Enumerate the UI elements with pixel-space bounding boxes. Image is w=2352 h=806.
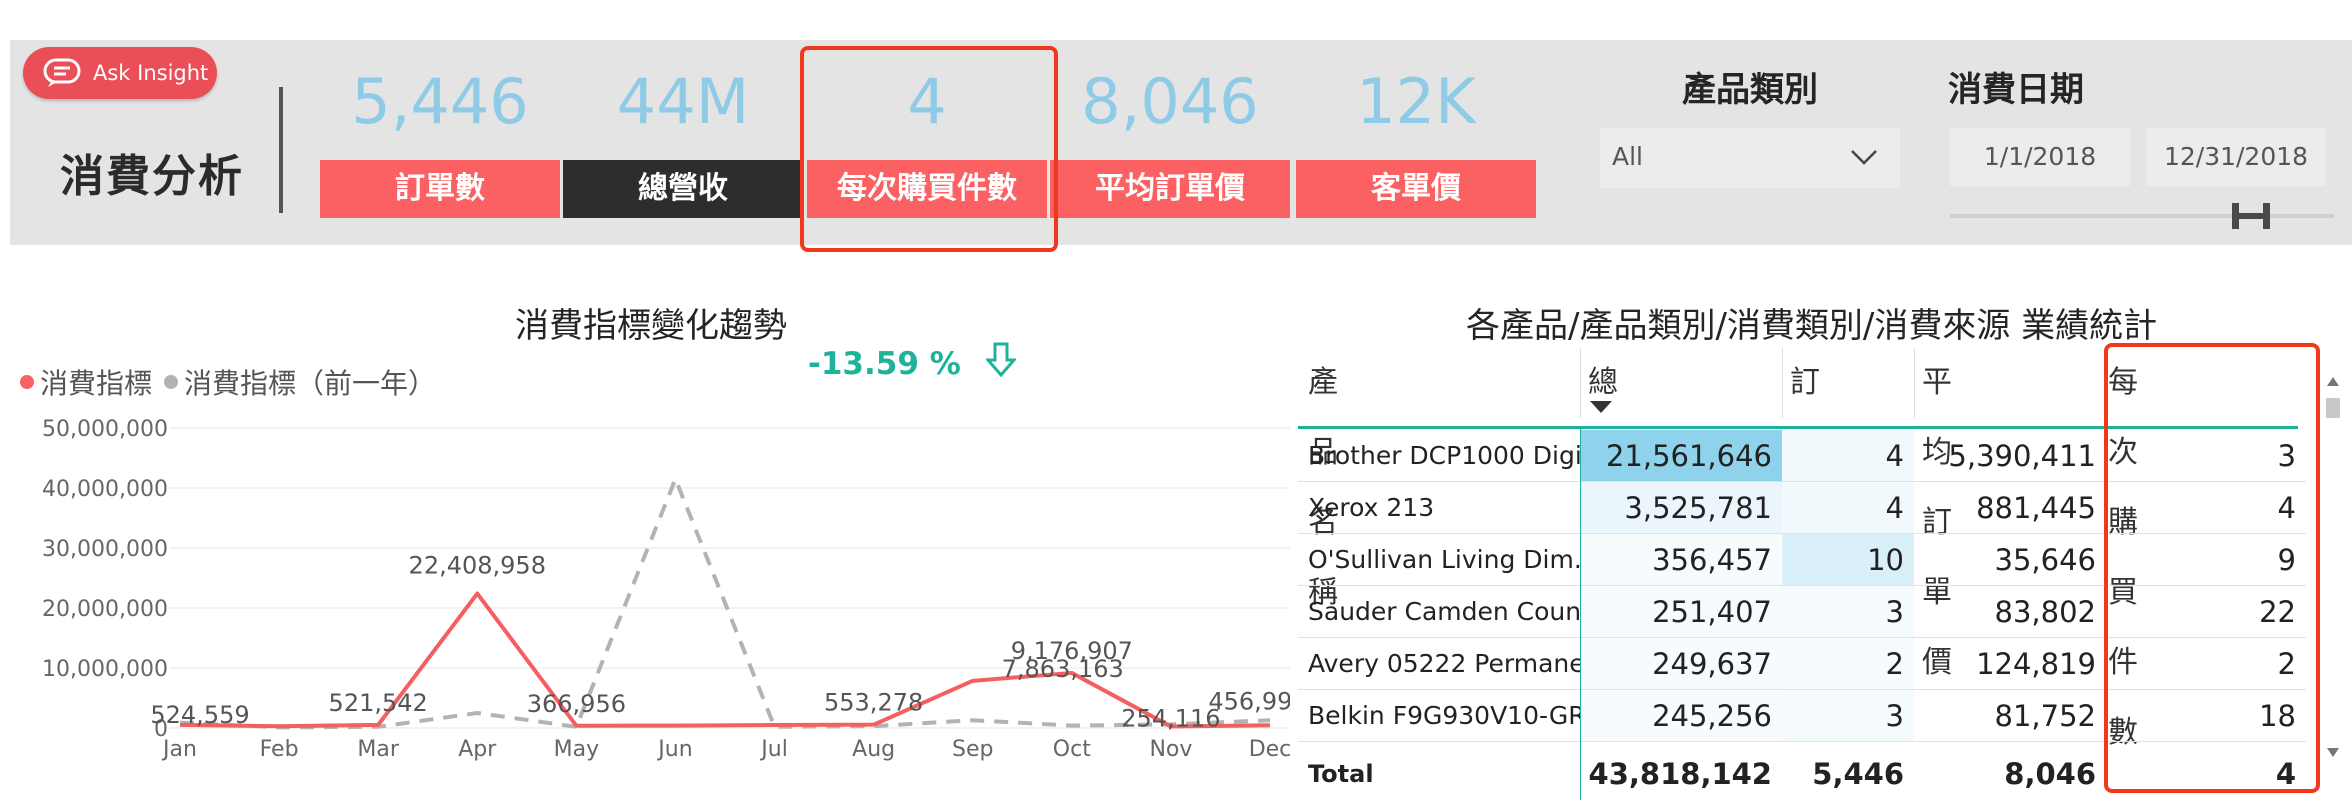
table-cell-avg: 5,390,411 [1914,430,2106,482]
table-cell-avg: 124,819 [1914,638,2106,690]
table-total-avg: 8,046 [2004,757,2096,791]
y-tick-label: 40,000,000 [42,477,168,502]
col-header-name[interactable]: 產品名稱 [1308,348,1338,610]
col-header-avg-order[interactable]: 平均訂單價 [1922,348,1952,680]
date-filter-title: 消費日期 [1948,70,2084,110]
chat-bubble-icon [43,58,81,87]
kpi-revenue-value: 44M [616,65,750,138]
table-cell-revenue: 3,525,781 [1580,482,1782,534]
ask-insight-button[interactable]: Ask Insight [23,47,217,99]
x-tick-label: Jan [161,737,197,762]
header-separator [1914,348,1915,418]
table-cell-avg: 83,802 [1914,586,2106,638]
table-cell-revenue: 245,256 [1580,690,1782,742]
col-header-orders[interactable]: 訂單數 [1790,348,1820,540]
items-column-highlight-outline [2104,343,2320,793]
data-label: 553,278 [824,689,923,717]
kpi-per-customer-label[interactable]: 客單價 [1296,160,1536,218]
kpi-highlight-outline [800,46,1058,252]
x-tick-label: Jun [656,737,692,762]
legend-current-label: 消費指標 [40,367,153,400]
x-tick-label: Dec [1249,737,1290,762]
y-tick-label: 50,000,000 [42,417,168,442]
x-tick-label: Sep [952,737,993,762]
kpi-revenue-label[interactable]: 總營收 [563,160,803,218]
data-label: 254,116 [1121,704,1220,732]
x-tick-label: Oct [1053,737,1091,762]
table-total-name: Total [1308,760,1374,788]
trend-chart-title: 消費指標變化趨勢 [515,306,787,346]
data-label: 524,559 [150,701,249,729]
data-label: 521,542 [329,689,428,717]
trend-line-chart: 010,000,00020,000,00030,000,00040,000,00… [42,417,1290,762]
kpi-orders-value: 5,446 [351,65,529,138]
page-title: 消費分析 [60,151,244,202]
table-title: 各產品/產品類別/消費類別/消費來源 業績統計 [1466,306,2158,346]
legend-current-marker [20,375,34,389]
data-label: 456,992 [1208,687,1290,715]
data-label: 7,863,163 [1002,655,1124,683]
y-tick-label: 30,000,000 [42,537,168,562]
category-dropdown-value: All [1612,142,1643,171]
table-total-orders: 5,446 [1812,757,1904,791]
sort-desc-icon [1590,400,1612,419]
date-slider-track[interactable] [1950,214,2334,218]
header-separator [1580,348,1581,418]
chevron-down-icon [1851,150,1877,165]
table-cell-orders: 2 [1782,638,1914,690]
x-tick-label: Nov [1149,737,1192,762]
trend-delta-value: -13.59 % [808,346,961,382]
table-cell-orders: 4 [1782,430,1914,482]
category-dropdown[interactable]: All [1600,128,1900,188]
category-filter-title: 產品類別 [1682,70,1818,110]
date-end-input[interactable]: 12/31/2018 [2146,128,2326,186]
table-cell-revenue: 356,457 [1580,534,1782,586]
table-total-revenue: 43,818,142 [1588,757,1772,791]
table-cell-avg: 35,646 [1914,534,2106,586]
table-cell-revenue: 249,637 [1580,638,1782,690]
kpi-per-customer-value: 12K [1356,65,1476,138]
x-tick-label: Feb [260,737,299,762]
kpi-orders-label[interactable]: 訂單數 [320,160,560,218]
legend-previous-label: 消費指標（前一年） [184,367,437,400]
x-tick-label: May [554,737,599,762]
table-cell-name[interactable]: Sauder Camden Coun... [1298,586,1580,638]
table-cell-name[interactable]: Belkin F9G930V10-GR... [1298,690,1580,742]
table-cell-avg: 81,752 [1914,690,2106,742]
y-tick-label: 20,000,000 [42,597,168,622]
x-tick-label: Jul [759,737,788,762]
table-cell-orders: 3 [1782,586,1914,638]
data-label: 22,408,958 [409,552,546,580]
legend-previous-marker [164,375,179,389]
date-start-input[interactable]: 1/1/2018 [1950,128,2130,186]
data-label: 366,956 [527,690,626,718]
date-slider-handle[interactable] [2230,203,2272,229]
table-cell-name[interactable]: Brother DCP1000 Digi... [1298,430,1580,482]
down-arrow-icon [984,342,1017,378]
y-tick-label: 10,000,000 [42,657,168,682]
table-cell-orders: 4 [1782,482,1914,534]
chart-legend: 消費指標 消費指標（前一年） [20,362,436,402]
ask-insight-label: Ask Insight [93,61,209,85]
table-scrollbar[interactable] [2322,368,2344,768]
kpi-avg-order-value: 8,046 [1081,65,1259,138]
table-cell-name[interactable]: O'Sullivan Living Dim... [1298,534,1580,586]
table-cell-orders: 3 [1782,690,1914,742]
trend-delta: -13.59 % [808,342,1017,382]
table-cell-name[interactable]: Avery 05222 Permane... [1298,638,1580,690]
title-divider [279,87,283,213]
table-cell-avg: 881,445 [1914,482,2106,534]
header-separator [1782,348,1783,418]
x-tick-label: Mar [357,737,399,762]
table-cell-orders: 10 [1782,534,1914,586]
x-tick-label: Apr [458,737,497,762]
kpi-avg-order-label[interactable]: 平均訂單價 [1050,160,1290,218]
table-cell-revenue: 21,561,646 [1580,430,1782,482]
table-cell-name[interactable]: Xerox 213 [1298,482,1580,534]
column-rule [1580,428,1581,800]
x-tick-label: Aug [852,737,895,762]
table-cell-revenue: 251,407 [1580,586,1782,638]
